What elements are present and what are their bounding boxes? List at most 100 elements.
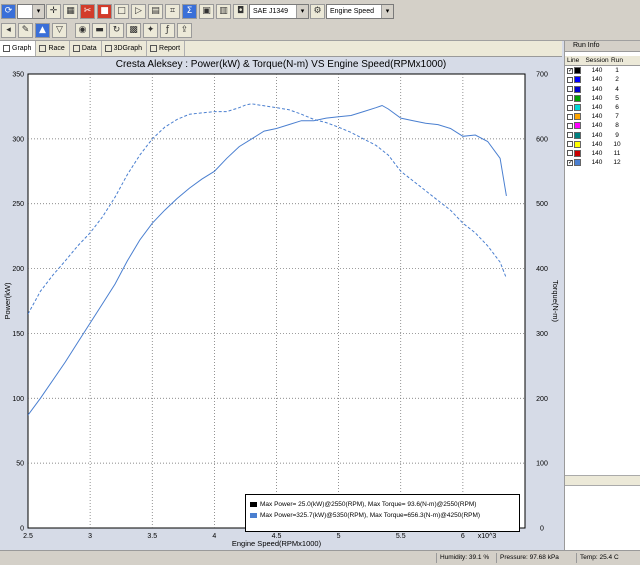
- tab-data-label: Data: [81, 44, 97, 52]
- standard-select[interactable]: SAE J1349 ▾: [249, 4, 309, 19]
- run-row[interactable]: 140 2: [565, 75, 640, 84]
- run-row[interactable]: 140 11: [565, 149, 640, 158]
- run-info-header: Line Session Run: [565, 56, 640, 67]
- tab-graph[interactable]: Graph: [0, 41, 37, 56]
- y-tick-label: 100: [12, 396, 24, 403]
- graph-icon: [3, 45, 10, 52]
- run-color-swatch[interactable]: [574, 94, 581, 102]
- run-line-cell: [565, 140, 585, 148]
- refresh-icon[interactable]: ⟳: [1, 4, 16, 19]
- run-color-swatch[interactable]: [574, 140, 581, 148]
- chart-legend: Max Power= 25.0(kW)@2550(RPM), Max Torqu…: [245, 494, 520, 532]
- run-checkbox[interactable]: [567, 122, 573, 129]
- chart-panel[interactable]: Cresta Aleksey : Power(kW) & Torque(N-m)…: [0, 57, 562, 550]
- run-color-swatch[interactable]: [574, 113, 581, 121]
- run-checkbox[interactable]: [567, 150, 573, 157]
- run-color-swatch[interactable]: [574, 149, 581, 157]
- run-color-swatch[interactable]: [574, 104, 581, 112]
- run-row[interactable]: 140 5: [565, 94, 640, 103]
- y2-axis-label: Torque(N-m): [551, 280, 560, 323]
- grid-icon[interactable]: ▦: [63, 4, 78, 19]
- run-session: 140: [591, 131, 603, 139]
- header-run[interactable]: Run: [609, 57, 625, 64]
- camera-icon[interactable]: ◘: [233, 4, 248, 19]
- race-icon: [39, 45, 47, 52]
- cut-icon[interactable]: ✂: [80, 4, 95, 19]
- record-icon[interactable]: ■: [97, 4, 112, 19]
- pencil-icon[interactable]: ✎: [18, 23, 33, 38]
- sigma-icon[interactable]: Σ: [182, 4, 197, 19]
- run-line-cell: ✓: [565, 67, 585, 75]
- monitor-icon[interactable]: ▬: [92, 23, 107, 38]
- tab-3dgraph-label: 3DGraph: [113, 44, 143, 52]
- export-icon[interactable]: ⇪: [177, 23, 192, 38]
- tab-data[interactable]: Data: [70, 41, 102, 56]
- run-number: 8: [615, 122, 619, 130]
- chart-icon[interactable]: ▤: [148, 4, 163, 19]
- x-tick-label: 5.5: [396, 533, 406, 540]
- run-number: 10: [613, 140, 621, 148]
- tools-icon[interactable]: ✦: [143, 23, 158, 38]
- layout-icon[interactable]: ▣: [199, 4, 214, 19]
- run-row[interactable]: ✓ 140 12: [565, 158, 640, 167]
- run-checkbox[interactable]: ✓: [567, 159, 573, 166]
- header-line[interactable]: Line: [565, 57, 585, 64]
- run-checkbox[interactable]: ✓: [567, 67, 573, 74]
- run-row[interactable]: ✓ 140 1: [565, 66, 640, 75]
- run-row[interactable]: 140 4: [565, 85, 640, 94]
- engine-icon[interactable]: ⚙: [310, 4, 325, 19]
- y-tick-label: 50: [16, 461, 24, 468]
- table-icon[interactable]: ▥: [216, 4, 231, 19]
- tab-race-label: Race: [48, 44, 65, 52]
- run-checkbox[interactable]: [567, 86, 573, 93]
- function-icon[interactable]: ƒ: [160, 23, 175, 38]
- legend-swatch: [250, 502, 257, 507]
- run-row[interactable]: 140 9: [565, 131, 640, 140]
- scale-icon[interactable]: ▲: [35, 23, 50, 38]
- tab-race[interactable]: Race: [36, 41, 70, 56]
- tab-report[interactable]: Report: [147, 41, 186, 56]
- run-checkbox[interactable]: [567, 113, 573, 120]
- play-icon[interactable]: ▷: [131, 4, 146, 19]
- run-color-swatch[interactable]: [574, 76, 581, 84]
- run-row[interactable]: 140 8: [565, 121, 640, 130]
- axis-select[interactable]: Engine Speed ▾: [326, 4, 394, 19]
- run-color-swatch[interactable]: [574, 159, 581, 167]
- run-checkbox[interactable]: [567, 95, 573, 102]
- run-info-scrollbar[interactable]: [565, 475, 640, 486]
- run-color-swatch[interactable]: [574, 122, 581, 130]
- run-line-cell: [565, 104, 585, 112]
- measure-icon[interactable]: ⌗: [165, 4, 180, 19]
- x-tick-label: 3.5: [147, 533, 157, 540]
- zoom-select[interactable]: ▾: [17, 4, 45, 19]
- run-color-swatch[interactable]: [574, 67, 581, 75]
- arrow-left-icon[interactable]: ◂: [1, 23, 16, 38]
- header-session[interactable]: Session: [585, 57, 609, 64]
- run-session: 140: [591, 140, 603, 148]
- run-session: 140: [591, 67, 603, 75]
- tab-3dgraph[interactable]: 3DGraph: [102, 41, 148, 56]
- filter-icon[interactable]: ▽: [52, 23, 67, 38]
- run-row[interactable]: 140 7: [565, 112, 640, 121]
- run-color-swatch[interactable]: [574, 131, 581, 139]
- run-session: 140: [591, 159, 603, 167]
- sync-icon[interactable]: ↻: [109, 23, 124, 38]
- crosshair-icon[interactable]: ✛: [46, 4, 61, 19]
- power-torque-chart[interactable]: 2.5 3 3.5 4 4.5 5 5.5 6050100150200250300350010…: [0, 57, 562, 550]
- run-info-table: Line Session Run ✓ 140 1 140 2 140 4 140 5 140 6 14…: [565, 56, 640, 167]
- run-checkbox[interactable]: [567, 132, 573, 139]
- run-number: 1: [615, 67, 619, 75]
- run-number: 4: [615, 85, 619, 93]
- run-row[interactable]: 140 6: [565, 103, 640, 112]
- gauge-icon[interactable]: ◉: [75, 23, 90, 38]
- run-row[interactable]: 140 10: [565, 140, 640, 149]
- run-checkbox[interactable]: [567, 141, 573, 148]
- x-tick-label: 6: [461, 533, 465, 540]
- run-checkbox[interactable]: [567, 104, 573, 111]
- y2-tick-label: 400: [536, 266, 548, 273]
- dyno-icon[interactable]: ▩: [126, 23, 141, 38]
- run-color-swatch[interactable]: [574, 85, 581, 93]
- frame-icon[interactable]: □: [114, 4, 129, 19]
- run-checkbox[interactable]: [567, 76, 573, 83]
- y-tick-label: 300: [12, 136, 24, 143]
